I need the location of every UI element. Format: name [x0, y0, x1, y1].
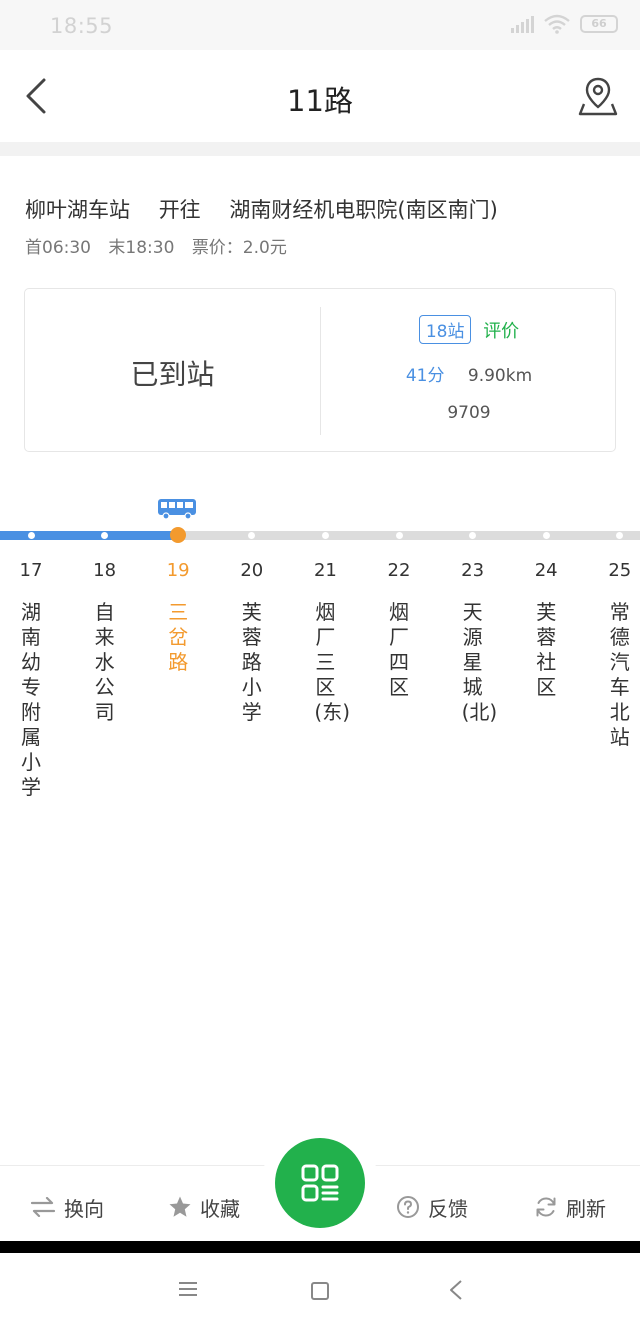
arrival-card: 已到站 18站 评价 41分 9.90km 9709	[24, 288, 616, 452]
stop-name: 芙蓉路小学	[241, 600, 262, 724]
route-track-passed	[0, 531, 178, 540]
home-icon[interactable]	[311, 1282, 329, 1300]
route-direction-label: 开往	[158, 198, 201, 222]
stop-number: 17	[19, 560, 43, 581]
feedback-button[interactable]: 反馈	[396, 1192, 468, 1222]
stop-dot	[395, 532, 403, 539]
reverse-button[interactable]: 换向	[30, 1192, 104, 1222]
reverse-label: 换向	[64, 1196, 104, 1221]
stop-item[interactable]: 25 常德汽车北站	[600, 558, 640, 750]
stop-dot	[27, 532, 35, 539]
arrival-details: 18站 评价 41分 9.90km 9709	[321, 289, 617, 453]
refresh-button[interactable]: 刷新	[534, 1192, 606, 1222]
section-divider	[0, 142, 640, 156]
refresh-icon	[536, 1197, 556, 1217]
stop-item[interactable]: 21 烟厂三区(东)	[305, 558, 350, 725]
divider-bar	[0, 1241, 640, 1253]
route-line: 柳叶湖车站 开往 湖南财经机电职院(南区南门)	[25, 194, 498, 224]
arrival-status: 已到站	[130, 358, 215, 391]
stop-number: 18	[93, 560, 117, 581]
star-icon	[169, 1196, 191, 1217]
stop-item[interactable]: 24 芙蓉社区	[526, 558, 566, 700]
header: 11路	[0, 50, 640, 142]
signal-icon	[511, 15, 534, 33]
stop-item[interactable]: 17 湖南幼专附属小学	[11, 558, 51, 800]
stop-name: 烟厂三区(东)	[314, 600, 350, 724]
stop-name: 烟厂四区	[389, 600, 409, 699]
battery-icon: 66	[580, 15, 618, 33]
stop-number: 21	[313, 560, 337, 581]
wifi-icon	[544, 14, 570, 34]
stop-number: 22	[387, 560, 411, 581]
vehicle-number: 9709	[447, 403, 491, 423]
menu-icon[interactable]	[178, 1281, 198, 1297]
distance: 9.90km	[467, 366, 533, 386]
qr-code-button[interactable]	[275, 1138, 365, 1228]
stop-number: 23	[461, 560, 485, 581]
status-time: 18:55	[50, 14, 114, 38]
swap-icon	[30, 1197, 56, 1217]
favorite-button[interactable]: 收藏	[168, 1192, 240, 1222]
map-location-icon[interactable]	[576, 74, 620, 118]
stop-dot	[321, 532, 329, 539]
stop-item[interactable]: 23 天源星城(北)	[453, 558, 498, 725]
refresh-label: 刷新	[566, 1196, 606, 1221]
system-nav-bar	[0, 1253, 640, 1329]
stop-number: 19	[166, 560, 190, 581]
qr-code-icon	[301, 1164, 339, 1202]
status-icons: 66	[511, 14, 618, 34]
feedback-label: 反馈	[428, 1196, 468, 1221]
first-bus-time: 首06:30	[25, 238, 91, 258]
stop-name: 自来水公司	[94, 600, 115, 724]
stop-name: 湖南幼专附属小学	[21, 600, 41, 799]
stop-dot	[542, 532, 550, 539]
status-bar: 18:55 66	[0, 0, 640, 50]
nav-back-icon[interactable]	[448, 1279, 464, 1301]
route-meta: 首06:30 末18:30 票价：2.0元	[25, 233, 299, 258]
stop-item[interactable]: 18 自来水公司	[85, 558, 125, 725]
stop-number: 20	[240, 560, 264, 581]
stop-name: 天源星城(北)	[461, 600, 498, 724]
stops-count-badge: 18站	[418, 315, 472, 344]
stop-item[interactable]: 22 烟厂四区	[379, 558, 419, 700]
page-title: 11路	[287, 84, 353, 118]
bus-icon	[158, 499, 196, 520]
help-icon	[397, 1196, 419, 1218]
stop-name: 芙蓉社区	[536, 600, 557, 699]
favorite-label: 收藏	[200, 1196, 240, 1221]
route-destination: 湖南财经机电职院(南区南门)	[229, 198, 498, 222]
stop-name: 常德汽车北站	[609, 600, 630, 749]
stop-item[interactable]: 20 芙蓉路小学	[232, 558, 272, 725]
current-stop-dot	[170, 527, 186, 543]
stop-number: 25	[608, 560, 632, 581]
stop-item-current[interactable]: 19 三岔路	[158, 558, 198, 675]
fare: 票价：2.0元	[191, 238, 287, 258]
eta-minutes: 41分	[405, 366, 445, 386]
stop-name: 三岔路	[168, 600, 189, 674]
route-origin: 柳叶湖车站	[25, 198, 130, 222]
rate-link[interactable]: 评价	[483, 321, 519, 342]
last-bus-time: 末18:30	[108, 238, 175, 258]
stop-number: 24	[534, 560, 558, 581]
